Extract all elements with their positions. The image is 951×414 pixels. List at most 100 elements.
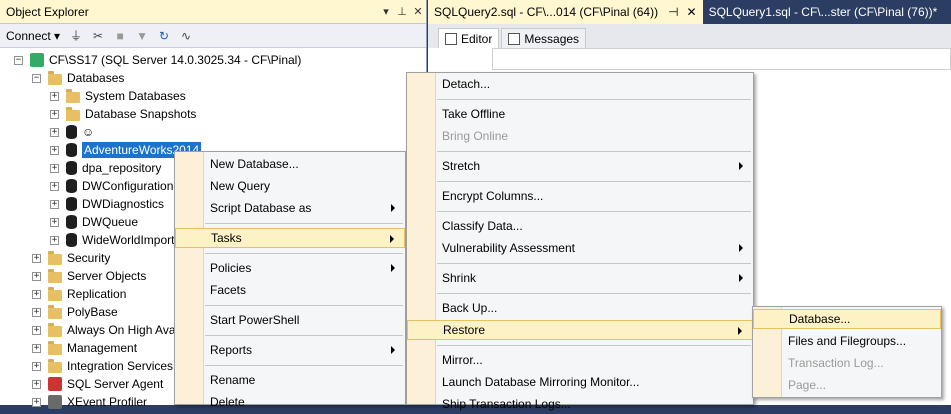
filter-icon[interactable]: ▼	[134, 28, 150, 44]
menu-item-encrypt-columns[interactable]: Encrypt Columns...	[407, 186, 753, 206]
connect-button[interactable]: Connect ▾	[6, 29, 60, 43]
menu-item-vulnerability-assessment[interactable]: Vulnerability Assessment	[407, 238, 753, 258]
document-tab-strip: SQLQuery2.sql - CF\...014 (CF\Pinal (64)…	[428, 0, 951, 24]
tree-node[interactable]: + Database Snapshots	[50, 105, 196, 123]
tree-node[interactable]: + XEvent Profiler	[32, 393, 147, 411]
plug-icon[interactable]: ⏚	[68, 28, 84, 44]
tree-node[interactable]: + Replication	[32, 285, 126, 303]
tree-node-label: SQL Server Agent	[67, 377, 164, 391]
menu-item-label: Mirror...	[442, 353, 483, 367]
expand-icon[interactable]: +	[32, 253, 41, 263]
menu-item-policies[interactable]: Policies	[175, 258, 405, 278]
menu-item-launch-database-mirroring-monitor[interactable]: Launch Database Mirroring Monitor...	[407, 372, 753, 392]
expand-icon[interactable]: +	[50, 163, 59, 173]
tree-node[interactable]: + SQL Server Agent	[32, 375, 163, 393]
menu-item-take-offline[interactable]: Take Offline	[407, 104, 753, 124]
tree-node[interactable]: + DWConfiguration	[50, 177, 173, 195]
menu-item-detach[interactable]: Detach...	[407, 74, 753, 94]
menu-item-new-query[interactable]: New Query	[175, 176, 405, 196]
menu-item-label: Classify Data...	[442, 219, 523, 233]
menu-item-stretch[interactable]: Stretch	[407, 156, 753, 176]
expand-icon[interactable]: +	[32, 361, 41, 371]
tree-node[interactable]: + DWQueue	[50, 213, 138, 231]
expand-icon[interactable]: +	[50, 199, 59, 209]
tab-messages[interactable]: Messages	[501, 28, 587, 48]
menu-item-label: Database...	[789, 312, 851, 326]
tree-node-label: Database Snapshots	[85, 107, 197, 121]
tree-node-label: dpa_repository	[82, 161, 162, 175]
tree-node[interactable]: + System Databases	[50, 87, 186, 105]
tree-node[interactable]: − Databases	[32, 69, 124, 87]
tree-node[interactable]: + WideWorldImporters	[50, 231, 191, 249]
menu-item-facets[interactable]: Facets	[175, 280, 405, 300]
tree-node-label: DWDiagnostics	[82, 197, 165, 211]
submenu-arrow-icon	[739, 244, 743, 252]
tree-node[interactable]: + Security	[32, 249, 110, 267]
close-icon[interactable]: ✕	[687, 5, 697, 19]
stop-icon[interactable]: ■	[112, 28, 128, 44]
activity-monitor-icon[interactable]: ∿	[178, 28, 194, 44]
tab-label: Editor	[461, 31, 493, 46]
menu-item-classify-data[interactable]: Classify Data...	[407, 216, 753, 236]
query-text-area[interactable]	[492, 48, 951, 70]
menu-item-database[interactable]: Database...	[753, 309, 941, 329]
dropdown-icon[interactable]: ▾	[378, 5, 394, 18]
expand-icon[interactable]: +	[32, 379, 41, 389]
expand-icon[interactable]: +	[32, 307, 41, 317]
expand-icon[interactable]: +	[50, 109, 59, 119]
tab-sqlquery2[interactable]: SQLQuery2.sql - CF\...014 (CF\Pinal (64)…	[428, 0, 703, 24]
menu-item-ship-transaction-logs[interactable]: Ship Transaction Logs...	[407, 394, 753, 414]
folder-icon	[66, 88, 80, 103]
expand-icon[interactable]: +	[32, 289, 41, 299]
menu-item-tasks[interactable]: Tasks	[175, 228, 405, 248]
refresh-icon[interactable]: ↻	[156, 28, 172, 44]
expand-icon[interactable]: +	[32, 325, 41, 335]
menu-item-mirror[interactable]: Mirror...	[407, 350, 753, 370]
menu-item-script-database-as[interactable]: Script Database as	[175, 198, 405, 218]
folder-icon	[48, 322, 62, 337]
menu-item-label: Rename	[210, 373, 256, 387]
expand-icon[interactable]: +	[32, 397, 41, 407]
expand-icon[interactable]: +	[32, 271, 41, 281]
expand-icon[interactable]: +	[50, 217, 59, 227]
collapse-icon[interactable]: −	[14, 55, 23, 65]
object-explorer-titlebar: Object Explorer ▾ ⊥ ✕	[0, 0, 426, 24]
menu-item-label: Back Up...	[442, 301, 498, 315]
expand-icon[interactable]: +	[50, 127, 59, 137]
expand-icon[interactable]: +	[50, 235, 59, 245]
menu-item-shrink[interactable]: Shrink	[407, 268, 753, 288]
tree-node-label: XEvent Profiler	[67, 395, 148, 409]
pin-icon[interactable]: ⊥	[394, 5, 410, 18]
database-icon	[66, 161, 77, 175]
collapse-icon[interactable]: −	[32, 73, 41, 83]
menu-item-files-and-filegroups[interactable]: Files and Filegroups...	[753, 331, 941, 351]
menu-item-start-powershell[interactable]: Start PowerShell	[175, 310, 405, 330]
expand-icon[interactable]: +	[50, 145, 59, 155]
tab-editor[interactable]: Editor	[438, 28, 500, 48]
expand-icon[interactable]: +	[50, 91, 59, 101]
close-icon[interactable]: ✕	[410, 5, 426, 18]
tree-node[interactable]: + PolyBase	[32, 303, 118, 321]
menu-item-new-database[interactable]: New Database...	[175, 154, 405, 174]
tree-node[interactable]: + Server Objects	[32, 267, 146, 285]
expand-icon[interactable]: +	[50, 181, 59, 191]
tree-node[interactable]: + Management	[32, 339, 137, 357]
tab-sqlquery1[interactable]: SQLQuery1.sql - CF\...ster (CF\Pinal (76…	[703, 0, 944, 24]
menu-item-back-up[interactable]: Back Up...	[407, 298, 753, 318]
restore-submenu: Database... Files and Filegroups... Transa…	[752, 306, 942, 398]
menu-item-transaction-log: Transaction Log...	[753, 353, 941, 373]
menu-item-label: New Query	[210, 179, 271, 193]
menu-item-delete[interactable]: Delete	[175, 392, 405, 412]
tree-node[interactable]: + dpa_repository	[50, 159, 161, 177]
menu-item-reports[interactable]: Reports	[175, 340, 405, 360]
tree-node[interactable]: − CF\SS17 (SQL Server 14.0.3025.34 - CF\P…	[14, 51, 301, 69]
tree-node[interactable]: + ☺	[50, 123, 94, 141]
folder-icon	[66, 106, 80, 121]
pin-icon[interactable]: ⊣	[668, 5, 678, 19]
menu-item-rename[interactable]: Rename	[175, 370, 405, 390]
disconnect-icon[interactable]: ✂	[90, 28, 106, 44]
menu-item-restore[interactable]: Restore	[407, 320, 753, 340]
tree-node[interactable]: + DWDiagnostics	[50, 195, 164, 213]
submenu-arrow-icon	[739, 162, 743, 170]
expand-icon[interactable]: +	[32, 343, 41, 353]
